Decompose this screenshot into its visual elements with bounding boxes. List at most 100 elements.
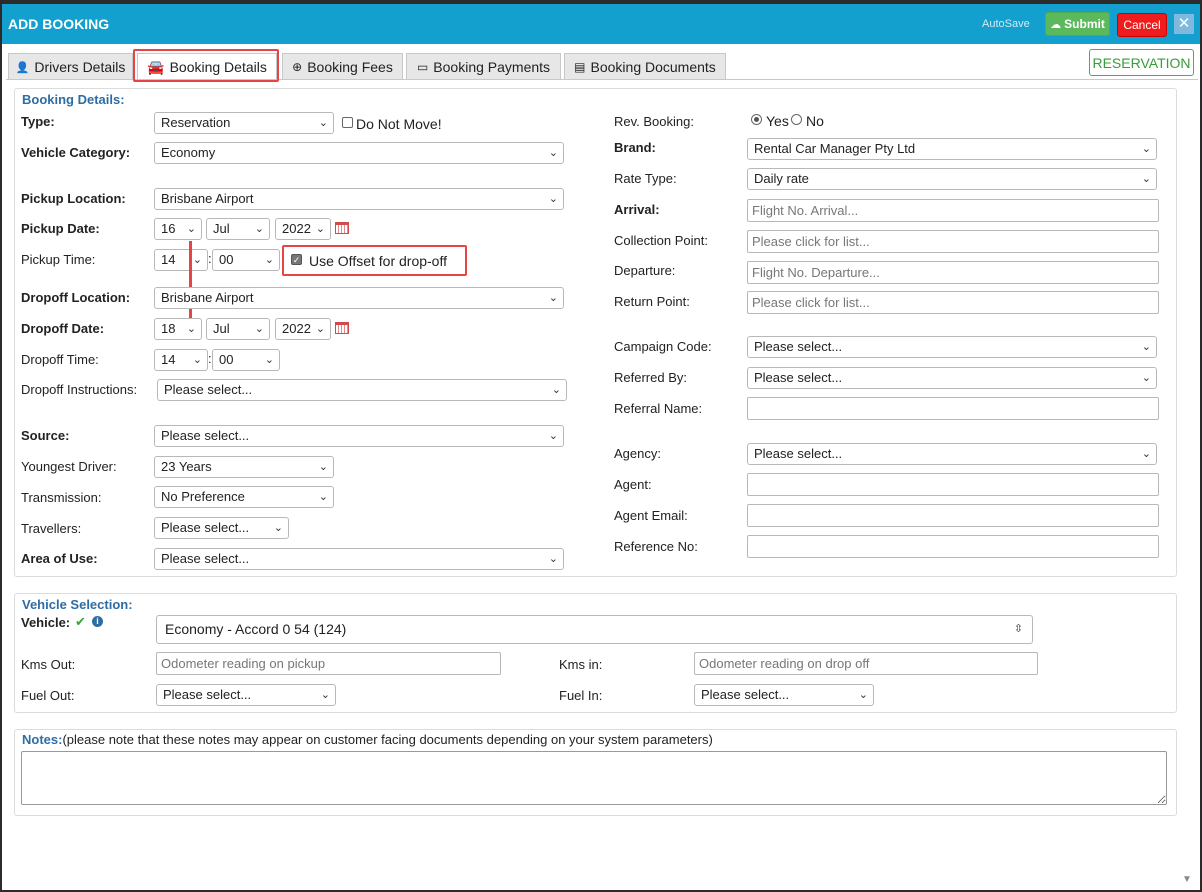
notes-textarea[interactable] [21,751,1167,805]
return-point-input[interactable]: Please click for list... [747,291,1159,314]
referral-name-input[interactable] [747,397,1159,420]
info-icon[interactable]: i [92,616,103,627]
tab-booking-documents[interactable]: ▤ Booking Documents [564,53,726,80]
select-value: 00 [219,252,234,267]
dropoff-month-select[interactable]: Jul ⌄ [206,318,270,340]
youngest-driver-label: Youngest Driver: [21,459,117,474]
fuel-in-select[interactable]: Please select... ⌄ [694,684,874,706]
notes-header: Notes:(please note that these notes may … [22,732,713,747]
select-value: 2022 [282,221,311,236]
vehicle-select[interactable]: Economy - Accord 0 54 (124) ⇳ [156,615,1033,644]
calendar-icon[interactable] [335,322,349,334]
chevron-down-icon: ⌄ [254,223,264,235]
referred-by-select[interactable]: Please select... ⌄ [747,367,1157,389]
tab-booking-fees[interactable]: ⊕ Booking Fees [282,53,403,80]
close-icon[interactable]: ✕ [1174,14,1194,34]
tab-drivers-details[interactable]: 👤 Drivers Details [8,53,133,80]
pickup-day-select[interactable]: 16 ⌄ [154,218,202,240]
campaign-code-label: Campaign Code: [614,339,712,354]
pickup-location-select[interactable]: Brisbane Airport ⌄ [154,188,564,210]
agent-email-input[interactable] [747,504,1159,527]
collection-point-input[interactable]: Please click for list... [747,230,1159,253]
transmission-select[interactable]: No Preference ⌄ [154,486,334,508]
select-value: 00 [219,352,234,367]
select-value: Please select... [161,428,250,443]
cancel-button[interactable]: Cancel [1117,13,1167,37]
travellers-label: Travellers: [21,521,82,536]
pickup-month-select[interactable]: Jul ⌄ [206,218,270,240]
autosave-label: AutoSave [982,18,1030,30]
chevron-down-icon: ⌄ [264,254,274,266]
select-value: Please select... [754,339,843,354]
return-point-label: Return Point: [614,294,690,309]
status-badge: RESERVATION [1089,49,1194,76]
rev-booking-no-radio[interactable] [791,114,802,125]
dropoff-day-select[interactable]: 18 ⌄ [154,318,202,340]
pickup-year-select[interactable]: 2022 ⌄ [275,218,331,240]
referred-by-label: Referred By: [614,370,687,385]
campaign-code-select[interactable]: Please select... ⌄ [747,336,1157,358]
chevron-down-icon: ⌄ [318,461,328,473]
chevron-down-icon: ⌄ [1141,372,1151,384]
kms-out-input[interactable]: Odometer reading on pickup [156,652,501,675]
youngest-driver-select[interactable]: 23 Years ⌄ [154,456,334,478]
tab-label: Booking Payments [433,59,551,75]
type-select[interactable]: Reservation ⌄ [154,112,334,134]
agent-input[interactable] [747,473,1159,496]
chevron-down-icon: ⌄ [315,323,325,335]
window-title: ADD BOOKING [8,16,110,32]
departure-input[interactable]: Flight No. Departure... [747,261,1159,284]
chevron-down-icon: ⌄ [1141,448,1151,460]
rate-type-select[interactable]: Daily rate ⌄ [747,168,1157,190]
tab-label: Drivers Details [34,59,126,75]
tab-label: Booking Documents [590,59,716,75]
submit-button[interactable]: ☁ Submit [1045,12,1110,36]
dropoff-minute-select[interactable]: 00 ⌄ [212,349,280,371]
dropoff-instructions-select[interactable]: Please select... ⌄ [157,379,567,401]
type-label: Type: [21,114,55,129]
pickup-hour-select[interactable]: 14 ⌄ [154,249,208,271]
calendar-icon[interactable] [335,222,349,234]
dropoff-location-select[interactable]: Brisbane Airport ⌄ [154,287,564,309]
dropoff-hour-select[interactable]: 14 ⌄ [154,349,208,371]
select-value: 18 [161,321,176,336]
rev-booking-label: Rev. Booking: [614,114,694,129]
fuel-in-label: Fuel In: [559,688,603,703]
vehicle-category-select[interactable]: Economy ⌄ [154,142,564,164]
select-value: Reservation [161,115,231,130]
kms-in-input[interactable]: Odometer reading on drop off [694,652,1038,675]
brand-select[interactable]: Rental Car Manager Pty Ltd ⌄ [747,138,1157,160]
dropoff-year-select[interactable]: 2022 ⌄ [275,318,331,340]
pickup-minute-select[interactable]: 00 ⌄ [212,249,280,271]
chevron-down-icon: ⌄ [273,522,283,534]
travellers-select[interactable]: Please select... ⌄ [154,517,289,539]
area-of-use-label: Area of Use: [21,551,98,566]
vehicle-label: Vehicle: [21,615,71,630]
tab-booking-payments[interactable]: ▭ Booking Payments [406,53,561,80]
fuel-out-select[interactable]: Please select... ⌄ [156,684,336,706]
credit-card-icon: ▭ [416,60,429,74]
pickup-date-label: Pickup Date: [21,221,100,236]
chevron-down-icon: ⌄ [1141,173,1151,185]
do-not-move-checkbox[interactable] [342,117,353,128]
rev-booking-yes-radio[interactable] [751,114,762,125]
select-value: Daily rate [754,171,809,186]
reference-no-input[interactable] [747,535,1159,558]
do-not-move-label: Do Not Move! [356,116,442,132]
source-select[interactable]: Please select... ⌄ [154,425,564,447]
select-value: 16 [161,221,176,236]
collection-point-label: Collection Point: [614,233,708,248]
arrival-input[interactable]: Flight No. Arrival... [747,199,1159,222]
kms-in-label: Kms in: [559,657,603,672]
scroll-down-icon[interactable]: ▼ [1182,874,1192,885]
reference-no-label: Reference No: [614,539,698,554]
agency-select[interactable]: Please select... ⌄ [747,443,1157,465]
booking-details-title: Booking Details: [22,92,125,107]
vehicle-category-label: Vehicle Category: [21,145,131,160]
arrival-label: Arrival: [614,202,660,217]
dropoff-location-label: Dropoff Location: [21,290,131,305]
area-of-use-select[interactable]: Please select... ⌄ [154,548,564,570]
vehicle-selection-title: Vehicle Selection: [22,597,133,612]
chevron-down-icon: ⌄ [186,223,196,235]
chevron-down-icon: ⌄ [1141,143,1151,155]
